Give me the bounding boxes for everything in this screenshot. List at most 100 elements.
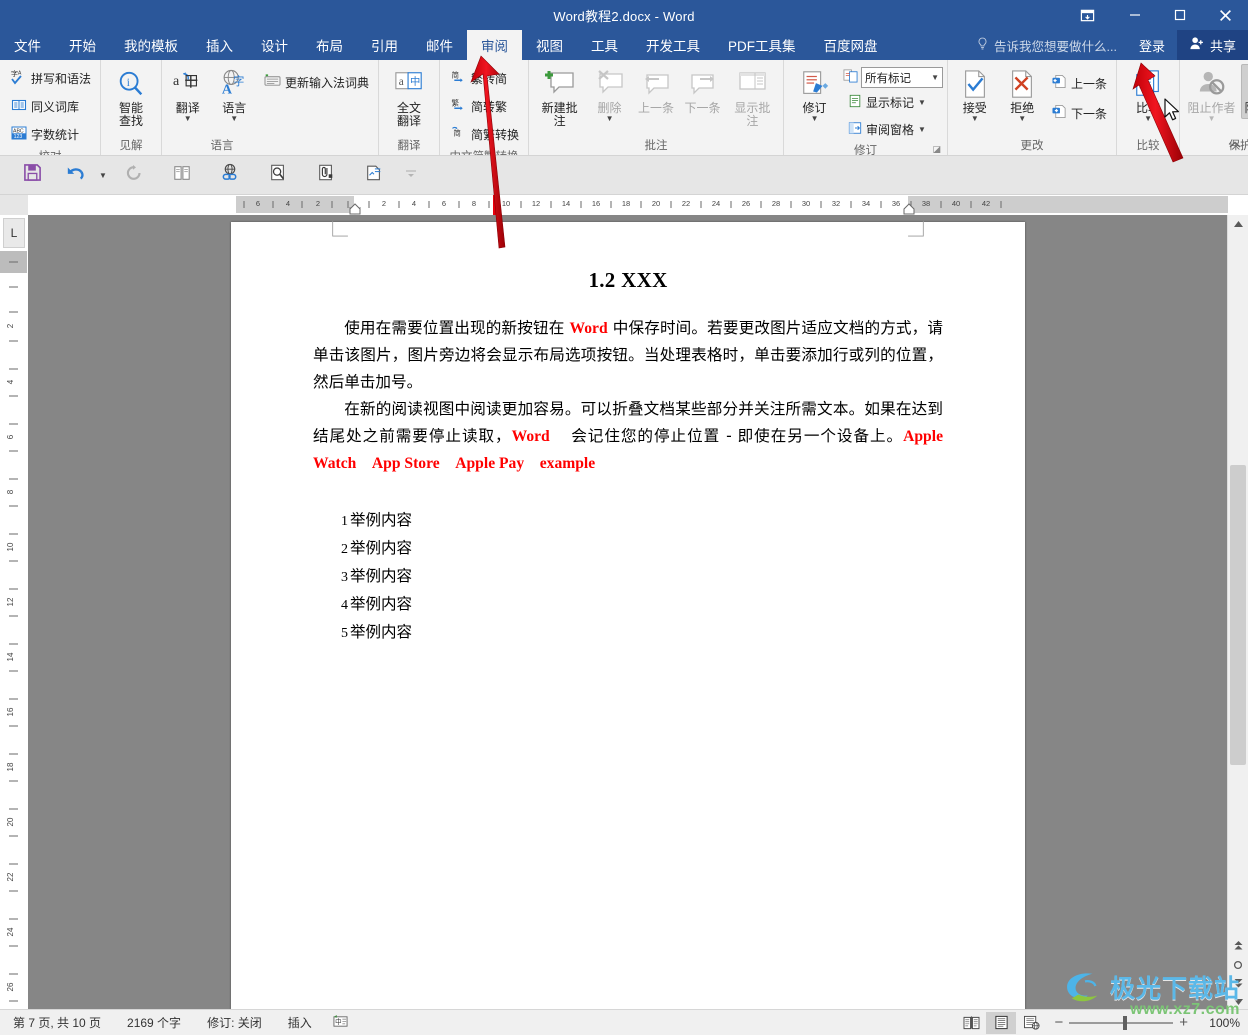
insert-mode-indicator[interactable]: 插入	[275, 1014, 325, 1031]
zoom-out-button[interactable]: −	[1054, 1015, 1063, 1030]
read-mode-button[interactable]	[956, 1012, 986, 1034]
previous-comment-button[interactable]: 上一条	[633, 64, 680, 119]
chevron-down-icon[interactable]: ▼	[606, 115, 614, 123]
previous-page-button[interactable]	[1228, 941, 1248, 952]
delete-comment-button[interactable]: 删除 ▼	[586, 64, 633, 126]
chevron-down-icon[interactable]: ▼	[811, 115, 819, 123]
two-page-button[interactable]	[158, 158, 206, 192]
sign-in-button[interactable]: 登录	[1127, 30, 1177, 60]
ribbon-display-options-button[interactable]	[1066, 0, 1108, 30]
translate-button[interactable]: a 翻译 ▼	[166, 64, 209, 126]
chevron-down-icon: ▼	[931, 73, 940, 82]
close-button[interactable]	[1202, 0, 1248, 30]
print-layout-button[interactable]	[986, 1011, 1017, 1034]
simplified-traditional-convert-button[interactable]: 简 简繁转换	[446, 120, 524, 148]
tab-file[interactable]: 文件	[0, 30, 55, 60]
share-button[interactable]: 共享	[1176, 30, 1248, 60]
tab-layout[interactable]: 布局	[302, 30, 357, 60]
tab-my-templates[interactable]: 我的模板	[110, 30, 192, 60]
accept-button[interactable]: 接受 ▼	[952, 64, 997, 126]
save-button[interactable]	[8, 158, 56, 192]
insert-hyperlink-button[interactable]	[206, 158, 254, 192]
chevron-down-icon[interactable]: ▼	[184, 115, 192, 123]
smart-lookup-button[interactable]: i 智能 查找	[105, 64, 157, 132]
tab-insert[interactable]: 插入	[192, 30, 247, 60]
tab-view[interactable]: 视图	[522, 30, 577, 60]
zoom-handle[interactable]	[1123, 1015, 1128, 1030]
thesaurus-button[interactable]: 同义词库	[6, 92, 84, 120]
scroll-up-arrow[interactable]	[1228, 215, 1248, 233]
spelling-grammar-button[interactable]: 字A 拼写和语法	[6, 64, 96, 92]
redo-button[interactable]	[110, 158, 158, 192]
zoom-track[interactable]	[1069, 1015, 1174, 1030]
tab-tools[interactable]: 工具	[577, 30, 632, 60]
chevron-down-icon[interactable]: ▼	[1208, 115, 1216, 123]
zoom-slider[interactable]: − +	[1046, 1015, 1196, 1030]
vertical-ruler[interactable]: L 2 4 6 8 10 12 14 16 18 20 22 24 26	[0, 215, 29, 1010]
undo-dropdown[interactable]: ▼	[96, 158, 110, 192]
dialog-launcher-icon[interactable]: ◪	[933, 140, 942, 155]
tab-mailings[interactable]: 邮件	[412, 30, 467, 60]
tab-baidu-netdisk[interactable]: 百度网盘	[810, 30, 892, 60]
compare-button[interactable]: 比较 ▼	[1121, 64, 1175, 126]
track-changes-button[interactable]: 修订 ▼	[788, 64, 841, 126]
minimize-button[interactable]	[1112, 0, 1157, 30]
chevron-down-icon[interactable]: ▼	[918, 98, 926, 107]
reviewing-pane-button[interactable]: 审阅窗格 ▼	[843, 117, 943, 142]
new-comment-button[interactable]: 新建批注	[533, 64, 586, 132]
next-change-button[interactable]: 下一条	[1047, 100, 1112, 126]
horizontal-ruler-track[interactable]: 642 2468 10 12 14 16 18 20 22 24 26 28 30 32 34 36…	[236, 195, 1228, 215]
collapse-ribbon-icon[interactable]	[1228, 140, 1242, 153]
print-preview-button[interactable]	[254, 158, 302, 192]
full-text-translate-button[interactable]: a中 全文 翻译	[383, 64, 435, 132]
horizontal-ruler[interactable]: 642 2468 10 12 14 16 18 20 22 24 26 28 30 32 34 36…	[0, 195, 1248, 215]
tab-design[interactable]: 设计	[247, 30, 302, 60]
page-setup-button[interactable]	[350, 158, 398, 192]
web-layout-button[interactable]	[1016, 1012, 1046, 1034]
share-label: 共享	[1209, 38, 1236, 54]
next-comment-button[interactable]: 下一条	[679, 64, 726, 119]
scroll-down-arrow[interactable]	[1228, 992, 1248, 1010]
previous-change-button[interactable]: 上一条	[1047, 70, 1112, 96]
tab-developer[interactable]: 开发工具	[632, 30, 714, 60]
chevron-down-icon[interactable]: ▼	[971, 115, 979, 123]
chevron-down-icon[interactable]: ▼	[918, 125, 926, 134]
select-browse-object-button[interactable]	[1228, 960, 1248, 972]
tab-home[interactable]: 开始	[55, 30, 110, 60]
maximize-button[interactable]	[1157, 0, 1202, 30]
tab-pdf-tools[interactable]: PDF工具集	[714, 30, 810, 60]
display-for-review-select[interactable]: 所有标记 ▼	[861, 67, 944, 88]
chevron-down-icon[interactable]: ▼	[1144, 115, 1152, 123]
document-body[interactable]: 1.2 XXX 使用在需要位置出现的新按钮在 Word 中保存时间。若要更改图片…	[231, 222, 1025, 647]
tell-me-search[interactable]: 告诉我您想要做什么...	[966, 30, 1127, 60]
document-page[interactable]: 1.2 XXX 使用在需要位置出现的新按钮在 Word 中保存时间。若要更改图片…	[231, 220, 1025, 1010]
tab-stop-selector[interactable]: L	[3, 218, 25, 248]
undo-button[interactable]	[56, 158, 96, 192]
show-comments-button[interactable]: 显示批注	[726, 64, 779, 132]
customize-qat-button[interactable]	[398, 158, 424, 192]
zoom-level[interactable]: 100%	[1196, 1016, 1240, 1030]
chevron-down-icon[interactable]: ▼	[230, 115, 238, 123]
language-button[interactable]: A字 语言 ▼	[213, 64, 256, 126]
simplified-to-traditional-button[interactable]: 繁 简转繁	[446, 92, 512, 120]
tab-references[interactable]: 引用	[357, 30, 412, 60]
vertical-scrollbar[interactable]	[1227, 215, 1248, 1010]
scrollbar-thumb[interactable]	[1230, 465, 1246, 765]
zoom-in-button[interactable]: +	[1179, 1015, 1188, 1030]
update-ime-dictionary-button[interactable]: 更新输入法词典	[259, 68, 374, 96]
chevron-down-icon[interactable]: ▼	[1018, 115, 1026, 123]
reject-button[interactable]: 拒绝 ▼	[1000, 64, 1045, 126]
show-markup-button[interactable]: 显示标记 ▼	[843, 90, 943, 115]
tab-review[interactable]: 审阅	[467, 30, 522, 60]
attachment-button[interactable]	[302, 158, 350, 192]
word-count-indicator[interactable]: 2169 个字	[114, 1014, 194, 1031]
vertical-ruler-track[interactable]: 2 4 6 8 10 12 14 16 18 20 22 24 26	[0, 251, 27, 1010]
proofing-language-icon[interactable]: 中	[325, 1014, 356, 1032]
paragraph-1: 使用在需要位置出现的新按钮在 Word 中保存时间。若要更改图片适应文档的方式，…	[313, 315, 943, 396]
track-changes-indicator[interactable]: 修订: 关闭	[194, 1014, 275, 1031]
page-indicator[interactable]: 第 7 页, 共 10 页	[0, 1014, 114, 1031]
block-authors-button[interactable]: 阻止作者 ▼	[1184, 64, 1239, 126]
traditional-to-simplified-button[interactable]: 简 繁转简	[446, 64, 512, 92]
restrict-editing-button[interactable]: 限制编辑	[1241, 64, 1248, 119]
next-page-button[interactable]	[1228, 979, 1248, 990]
